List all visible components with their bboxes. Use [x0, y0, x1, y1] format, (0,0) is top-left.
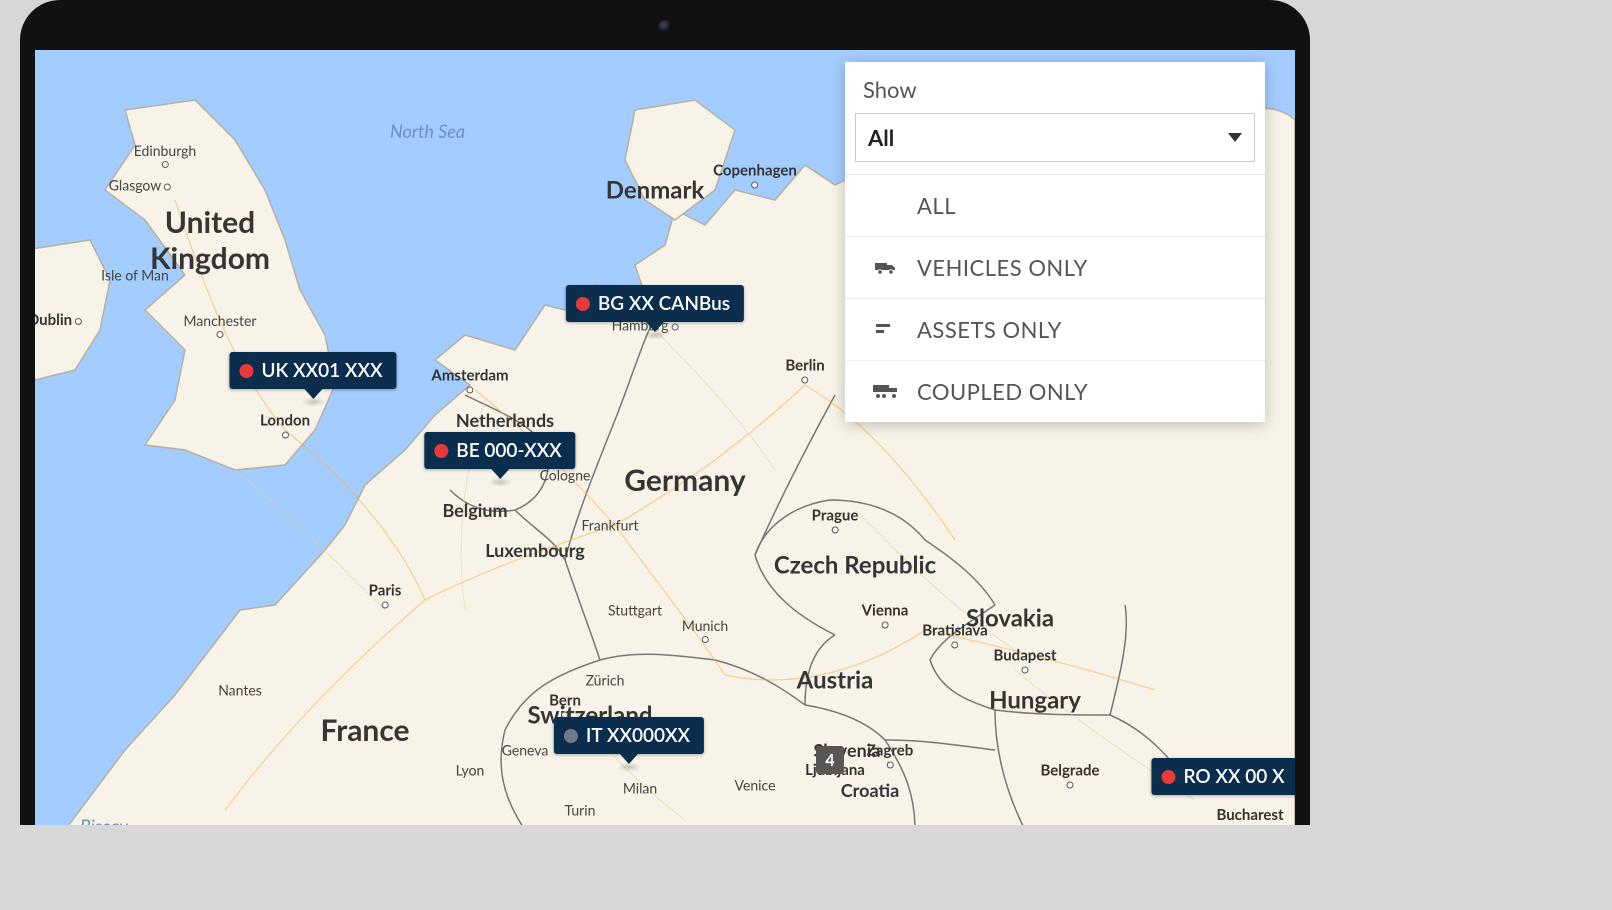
marker-label: BE 000-XXX: [456, 439, 561, 462]
marker-label: BG XX CANBus: [598, 292, 730, 315]
vehicle-marker-ro[interactable]: RO XX 00 X: [1151, 758, 1295, 795]
city-label: Paris: [369, 582, 402, 609]
status-dot-icon: [1161, 770, 1175, 784]
country-label: UnitedKingdom: [150, 204, 270, 276]
country-label: Hungary: [989, 686, 1081, 715]
country-label: Germany: [624, 462, 746, 498]
city-label: London: [260, 412, 310, 439]
status-dot-icon: [434, 444, 448, 458]
sea-label: Biscay: [80, 815, 128, 825]
filter-option-all[interactable]: ALL: [845, 175, 1265, 237]
country-label: Belgium: [442, 499, 507, 521]
city-label: Edinburgh: [134, 142, 196, 168]
city-label: Lyon: [456, 762, 485, 779]
map-cluster-marker[interactable]: 4: [816, 746, 844, 774]
city-label: Budapest: [993, 647, 1056, 674]
city-label: Bratislava: [922, 622, 988, 649]
country-label: Luxembourg: [485, 539, 585, 561]
filter-option-label: ALL: [917, 192, 956, 219]
device-camera: [658, 20, 672, 34]
city-label: Turin: [565, 802, 596, 819]
city-label: Glasgow: [109, 177, 171, 194]
city-label: Venice: [735, 777, 776, 794]
city-label: Belgrade: [1040, 762, 1099, 789]
city-label: Bern: [549, 692, 581, 719]
truck-icon: [873, 261, 899, 275]
marker-label: IT XX000XX: [586, 724, 690, 747]
city-label: Amsterdam: [431, 367, 508, 394]
city-label: Dublin: [35, 311, 82, 329]
city-label: Nantes: [218, 682, 262, 699]
city-label: Munich: [682, 617, 728, 643]
filter-options-list: ALL VEHICLES ONLY ASSETS ONLY COUPLED ONLY: [845, 174, 1265, 422]
city-label: Prague: [812, 507, 859, 534]
device-frame: North Sea Biscay UnitedKingdom Denmark Neth…: [20, 0, 1310, 825]
asset-icon: [873, 324, 899, 336]
country-label: Croatia: [841, 779, 899, 801]
city-label: Copenhagen: [713, 162, 797, 189]
vehicle-marker-it[interactable]: IT XX000XX: [554, 717, 704, 772]
filter-panel: Show All ALL VEHICLES ONLY ASSETS ONLY COUP…: [845, 62, 1265, 422]
vehicle-marker-uk[interactable]: UK XX01 XXX: [229, 352, 396, 407]
status-dot-icon: [576, 297, 590, 311]
city-label: Zagreb: [867, 742, 914, 769]
marker-label: UK XX01 XXX: [261, 359, 382, 382]
city-label: Isle of Man: [101, 267, 169, 284]
trailer-icon: [873, 385, 899, 399]
city-label: Berlin: [785, 357, 824, 384]
filter-option-label: ASSETS ONLY: [917, 316, 1062, 343]
city-label: Stuttgart: [608, 602, 662, 619]
status-dot-icon: [564, 729, 578, 743]
filter-label: Show: [845, 62, 1265, 113]
city-label: Geneva: [502, 742, 549, 759]
city-label: Manchester: [184, 312, 257, 338]
filter-select[interactable]: All: [855, 113, 1255, 162]
country-label: Denmark: [606, 176, 705, 205]
vehicle-marker-be[interactable]: BE 000-XXX: [424, 432, 575, 487]
city-label: Bucharest: [1216, 806, 1283, 824]
filter-option-assets-only[interactable]: ASSETS ONLY: [845, 299, 1265, 361]
city-label: Frankfurt: [581, 517, 638, 534]
city-label: Zürich: [586, 672, 625, 689]
country-label: France: [320, 712, 409, 748]
country-label: Czech Republic: [774, 551, 936, 580]
filter-option-vehicles-only[interactable]: VEHICLES ONLY: [845, 237, 1265, 299]
app-screen: North Sea Biscay UnitedKingdom Denmark Neth…: [35, 50, 1295, 825]
country-label: Austria: [797, 666, 874, 695]
vehicle-marker-bg[interactable]: BG XX CANBus: [566, 285, 744, 340]
country-label: Netherlands: [456, 409, 554, 431]
city-label: Milan: [623, 780, 657, 797]
filter-selected-value: All: [868, 124, 894, 151]
filter-option-label: VEHICLES ONLY: [917, 254, 1088, 281]
status-dot-icon: [239, 364, 253, 378]
city-label: Vienna: [862, 602, 909, 629]
filter-option-coupled-only[interactable]: COUPLED ONLY: [845, 361, 1265, 422]
marker-label: RO XX 00 X: [1183, 765, 1284, 788]
chevron-down-icon: [1228, 133, 1242, 142]
filter-option-label: COUPLED ONLY: [917, 378, 1088, 405]
sea-label: North Sea: [390, 120, 465, 142]
